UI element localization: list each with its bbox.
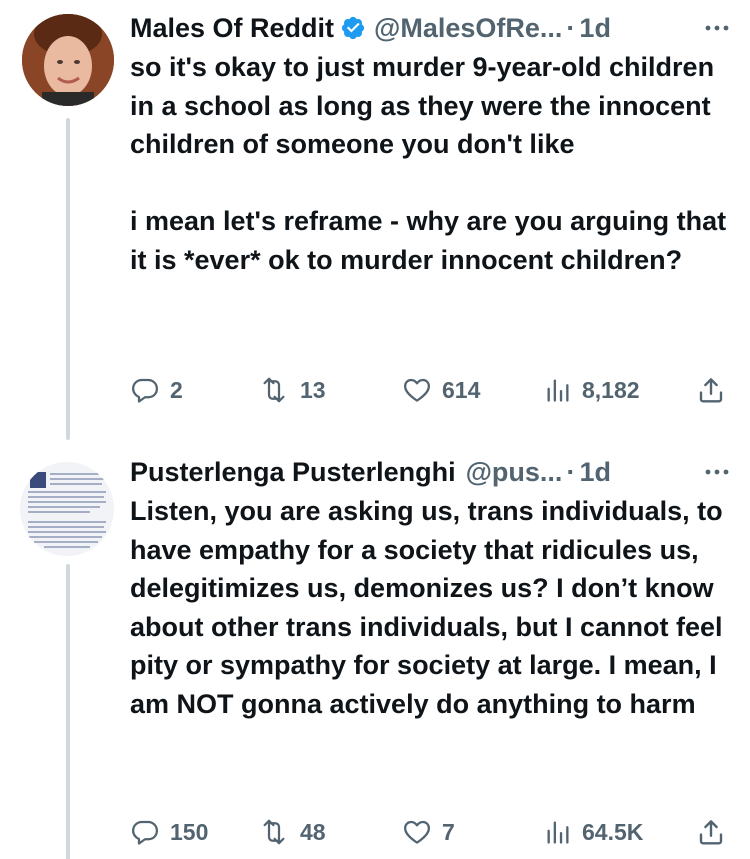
timestamp[interactable]: 1d [579, 8, 611, 48]
tweet-header: Males Of Reddit @MalesOfRe... · 1d [130, 8, 732, 48]
avatar[interactable] [20, 462, 114, 556]
tweet-header: Pusterlenga Pusterlenghi @pus... · 1d [130, 452, 732, 492]
reply-icon [130, 817, 160, 847]
view-count: 64.5K [582, 818, 644, 845]
tweet[interactable]: Males Of Reddit @MalesOfRe... · 1d so it… [0, 0, 750, 440]
retweet-button[interactable]: 13 [258, 370, 326, 410]
separator-dot: · [566, 13, 576, 43]
handle[interactable]: @MalesOfRe... [374, 8, 562, 48]
reply-count: 150 [170, 818, 209, 845]
thread-connector [66, 118, 70, 440]
more-icon[interactable] [702, 18, 732, 38]
display-name[interactable]: Pusterlenga Pusterlenghi [130, 452, 456, 492]
share-icon [696, 817, 726, 847]
heart-icon [402, 817, 432, 847]
retweet-count: 48 [300, 818, 326, 845]
reply-button[interactable]: 150 [130, 812, 208, 852]
heart-icon [402, 375, 432, 405]
like-button[interactable]: 614 [402, 370, 480, 410]
reply-button[interactable]: 2 [130, 370, 183, 410]
separator-dot: · [566, 457, 576, 487]
tweet-text: Listen, you are asking us, trans individ… [130, 496, 731, 719]
retweet-button[interactable]: 48 [258, 812, 326, 852]
tweet-actions: 2 13 614 8,182 [130, 370, 726, 410]
share-icon [696, 375, 726, 405]
like-button[interactable]: 7 [402, 812, 455, 852]
timestamp[interactable]: 1d [579, 452, 611, 492]
reply-count: 2 [170, 376, 183, 403]
tweet-actions: 150 48 7 64.5K [130, 812, 726, 852]
retweet-icon [258, 817, 290, 847]
views-icon [544, 817, 572, 847]
like-count: 614 [442, 376, 481, 403]
views-button[interactable]: 8,182 [544, 370, 640, 410]
view-count: 8,182 [582, 376, 640, 403]
handle[interactable]: @pus... [466, 452, 563, 492]
retweet-icon [258, 375, 290, 405]
more-icon[interactable] [702, 462, 732, 482]
views-button[interactable]: 64.5K [544, 812, 643, 852]
tweet-thread: Males Of Reddit @MalesOfRe... · 1d so it… [0, 0, 750, 859]
verified-badge-icon [340, 15, 366, 41]
thread-connector [66, 564, 70, 859]
views-icon [544, 375, 572, 405]
retweet-count: 13 [300, 376, 326, 403]
share-button[interactable] [696, 370, 726, 410]
reply-icon [130, 375, 160, 405]
display-name[interactable]: Males Of Reddit [130, 8, 334, 48]
avatar[interactable] [22, 14, 114, 106]
tweet[interactable]: Pusterlenga Pusterlenghi @pus... · 1d Li… [0, 438, 750, 859]
like-count: 7 [442, 818, 455, 845]
share-button[interactable] [696, 812, 726, 852]
tweet-text: so it's okay to just murder 9-year-old c… [130, 52, 727, 275]
